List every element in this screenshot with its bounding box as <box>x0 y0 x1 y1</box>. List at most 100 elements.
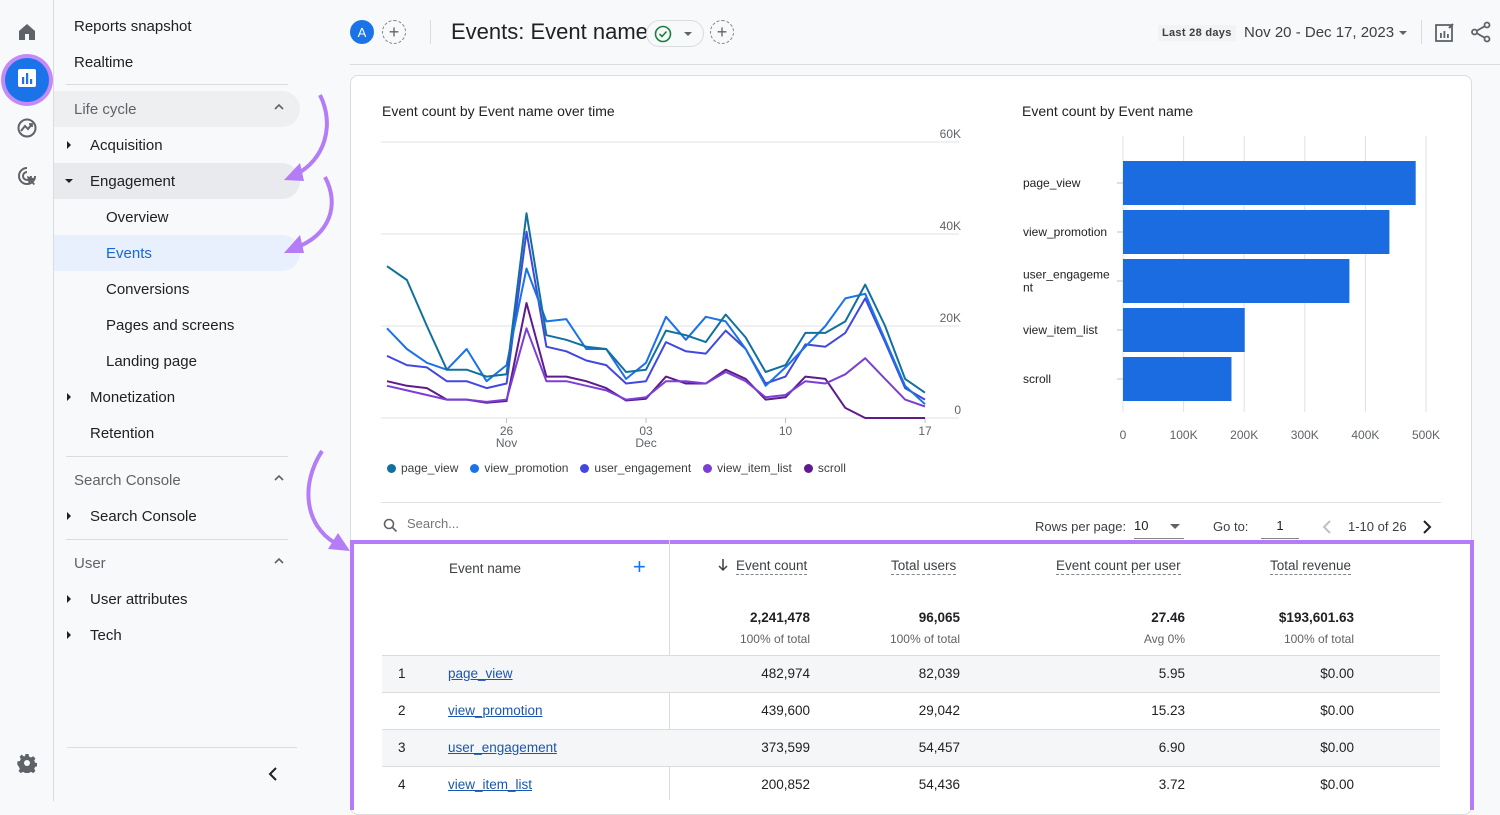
nav-user-attributes[interactable]: User attributes <box>54 581 300 617</box>
bar-view-item-list[interactable] <box>1123 308 1245 352</box>
add-comparison-button[interactable]: + <box>382 20 406 44</box>
nav-label: Monetization <box>90 388 176 406</box>
col-header-event-count[interactable]: Event count <box>736 558 808 575</box>
nav-retention[interactable]: Retention <box>54 415 300 451</box>
col-header-event-name[interactable]: Event name <box>449 561 521 576</box>
event-name-link[interactable]: page_view <box>448 666 513 681</box>
nav-conversions[interactable]: Conversions <box>54 271 300 307</box>
line-chart[interactable]: 020K40K60K26Nov03Dec10 17 <box>351 76 971 456</box>
nav-label: Realtime <box>74 53 134 71</box>
event-name-link[interactable]: view_promotion <box>448 703 543 718</box>
customize-report-button[interactable] <box>1434 21 1456 48</box>
nav-label: Search Console <box>90 507 197 525</box>
table-row[interactable]: 1 page_view 482,974 82,039 5.95 $0.00 <box>382 655 1440 692</box>
col-header-event-count-per-user[interactable]: Event count per user <box>1056 558 1181 575</box>
section-user[interactable]: User <box>54 545 300 581</box>
section-lifecycle[interactable]: Life cycle <box>54 91 300 127</box>
edit-chart-icon <box>1434 23 1456 47</box>
share-button[interactable] <box>1470 21 1492 48</box>
x-tick-label: 0 <box>1120 428 1127 442</box>
explore-trend-icon[interactable] <box>11 112 43 144</box>
bar-chart[interactable]: 0 100K 200K 300K 400K 500K page_view view_promo… <box>991 76 1461 456</box>
section-label: Life cycle <box>74 100 137 118</box>
nav-events[interactable]: Events <box>54 235 300 271</box>
table-row[interactable]: 2 view_promotion 439,600 29,042 15.23 $0.00 <box>382 692 1440 729</box>
legend-item[interactable]: user_engagement <box>580 461 691 475</box>
series-line-view-promotion[interactable] <box>386 267 926 405</box>
series-line-page-view[interactable] <box>386 212 926 394</box>
header-divider <box>430 20 431 44</box>
report-navigation: Reports snapshot Realtime Life cycle Acq… <box>54 0 350 801</box>
event-name-link[interactable]: user_engagement <box>448 740 557 755</box>
nav-label: Overview <box>106 208 169 226</box>
rows-per-page-select[interactable]: 10 <box>1134 515 1184 539</box>
nav-label: Acquisition <box>90 136 163 154</box>
date-range-picker[interactable]: Nov 20 - Dec 17, 2023 <box>1244 24 1394 41</box>
nav-label: Retention <box>90 424 155 442</box>
nav-label: Engagement <box>90 172 176 190</box>
legend-label: view_promotion <box>484 461 569 475</box>
section-label: Search Console <box>74 471 181 489</box>
category-label: nt <box>1023 281 1034 295</box>
category-label: scroll <box>1023 372 1051 386</box>
caret-down-icon <box>1170 524 1180 529</box>
avatar-letter: A <box>357 24 367 40</box>
legend-item[interactable]: scroll <box>803 461 846 475</box>
total-users-cell: 29,042 <box>918 703 960 718</box>
nav-realtime[interactable]: Realtime <box>54 44 300 80</box>
legend-label: scroll <box>817 461 846 475</box>
nav-acquisition[interactable]: Acquisition <box>54 127 300 163</box>
add-dimension-plus-icon[interactable]: + <box>633 556 646 578</box>
total-per-user-sub: Avg 0% <box>1143 632 1185 646</box>
share-icon <box>1470 21 1492 47</box>
home-icon[interactable] <box>11 16 43 48</box>
revenue-cell: $0.00 <box>1320 703 1354 718</box>
per-user-cell: 5.95 <box>1158 666 1185 681</box>
bar-scroll[interactable] <box>1123 357 1232 401</box>
target-cursor-icon[interactable] <box>11 160 43 192</box>
category-label: user_engageme <box>1023 268 1110 282</box>
nav-engagement[interactable]: Engagement <box>54 163 300 199</box>
legend-dot-icon <box>803 463 813 473</box>
line-chart-legend: page_view view_promotion user_engagement vi… <box>387 461 846 475</box>
nav-overview[interactable]: Overview <box>54 199 300 235</box>
legend-dot-icon <box>470 463 480 473</box>
reports-button[interactable] <box>5 58 49 102</box>
event-count-cell: 373,599 <box>761 740 810 755</box>
table-search-input[interactable] <box>407 516 707 531</box>
gear-icon[interactable] <box>11 747 43 779</box>
bar-user-engagement[interactable] <box>1123 259 1350 303</box>
legend-item[interactable]: view_item_list <box>703 461 792 475</box>
prev-page-button[interactable] <box>1321 519 1333 540</box>
col-header-total-users[interactable]: Total users <box>891 558 957 575</box>
nav-monetization[interactable]: Monetization <box>54 379 300 415</box>
legend-item[interactable]: view_promotion <box>470 461 568 475</box>
report-status-dropdown[interactable] <box>646 20 704 47</box>
chevron-up-icon <box>272 100 286 118</box>
nav-landing-page[interactable]: Landing page <box>54 343 300 379</box>
sort-arrow-down-icon <box>717 558 729 577</box>
nav-reports-snapshot[interactable]: Reports snapshot <box>54 8 300 44</box>
event-name-link[interactable]: view_item_list <box>448 777 532 792</box>
collapse-nav-button[interactable] <box>266 766 280 787</box>
nav-tech[interactable]: Tech <box>54 617 300 653</box>
divider <box>67 747 297 748</box>
bar-page-view[interactable] <box>1123 161 1416 205</box>
table-row[interactable]: 3 user_engagement 373,599 54,457 6.90 $0.00 <box>382 729 1440 766</box>
comparison-avatar[interactable]: A <box>350 20 374 44</box>
col-header-total-revenue[interactable]: Total revenue <box>1270 558 1352 575</box>
add-filter-button[interactable]: + <box>710 20 734 44</box>
bar-view-promotion[interactable] <box>1123 210 1390 254</box>
nav-search-console[interactable]: Search Console <box>54 498 300 534</box>
nav-pages-and-screens[interactable]: Pages and screens <box>54 307 300 343</box>
table-row[interactable]: 4 view_item_list 200,852 54,436 3.72 $0.00 <box>382 766 1440 803</box>
legend-item[interactable]: page_view <box>387 461 458 475</box>
next-page-button[interactable] <box>1421 519 1433 540</box>
row-index: 2 <box>398 703 406 718</box>
date-dropdown-caret-icon[interactable] <box>1399 31 1407 35</box>
y-tick-label: 60K <box>940 127 961 141</box>
goto-page-input[interactable]: 1 <box>1261 515 1299 539</box>
x-tick-label: 200K <box>1230 428 1258 442</box>
section-search-console[interactable]: Search Console <box>54 462 300 498</box>
nav-label: Landing page <box>106 352 197 370</box>
